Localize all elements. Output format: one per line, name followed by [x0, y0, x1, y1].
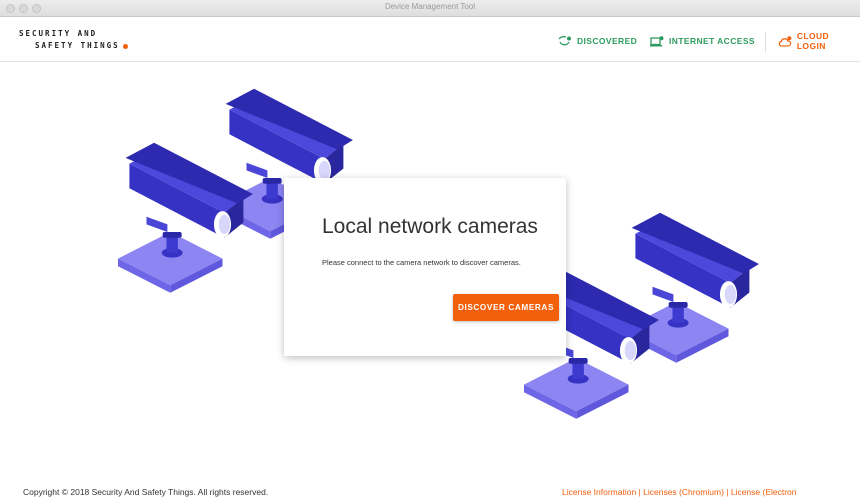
license-electron-link[interactable]: License (Electron [731, 487, 797, 497]
app-window: Device Management Tool SECURITY AND SAFE… [0, 0, 860, 503]
nav-divider [765, 32, 766, 52]
card-title: Local network cameras [322, 215, 538, 238]
internet-access-icon [650, 35, 664, 46]
nav-cloud-login[interactable]: CLOUD LOGIN [778, 31, 860, 51]
discovered-icon [558, 35, 571, 45]
license-links: License Information | Licenses (Chromium… [562, 487, 797, 497]
app-header: SECURITY AND SAFETY THINGS DISCOVERED IN… [0, 18, 860, 62]
nav-discovered-label: DISCOVERED [577, 36, 638, 46]
discover-cameras-button[interactable]: DISCOVER CAMERAS [453, 294, 559, 321]
window-title: Device Management Tool [384, 2, 476, 11]
nav-internet-access-label: INTERNET ACCESS [669, 36, 755, 46]
copyright-text: Copyright © 2018 Security And Safety Thi… [23, 487, 269, 497]
logo-dot-icon [122, 43, 128, 49]
brand-logo[interactable]: SECURITY AND SAFETY THINGS [19, 28, 128, 52]
cloud-login-icon [778, 35, 792, 47]
local-network-cameras-card: Local network cameras Please connect to … [284, 178, 566, 356]
licenses-chromium-link[interactable]: Licenses (Chromium) [643, 487, 724, 497]
logo-line-2: SAFETY THINGS [35, 41, 120, 50]
logo-line-1: SECURITY AND [19, 29, 98, 38]
card-description: Please connect to the camera network to … [322, 258, 521, 267]
nav-cloud-login-label: CLOUD LOGIN [796, 31, 830, 51]
camera-front-left [118, 142, 253, 293]
title-bar: Device Management Tool [0, 0, 860, 17]
nav-discovered[interactable]: DISCOVERED [558, 32, 637, 50]
nav-internet-access[interactable]: INTERNET ACCESS [650, 32, 755, 50]
license-information-link[interactable]: License Information [562, 487, 636, 497]
